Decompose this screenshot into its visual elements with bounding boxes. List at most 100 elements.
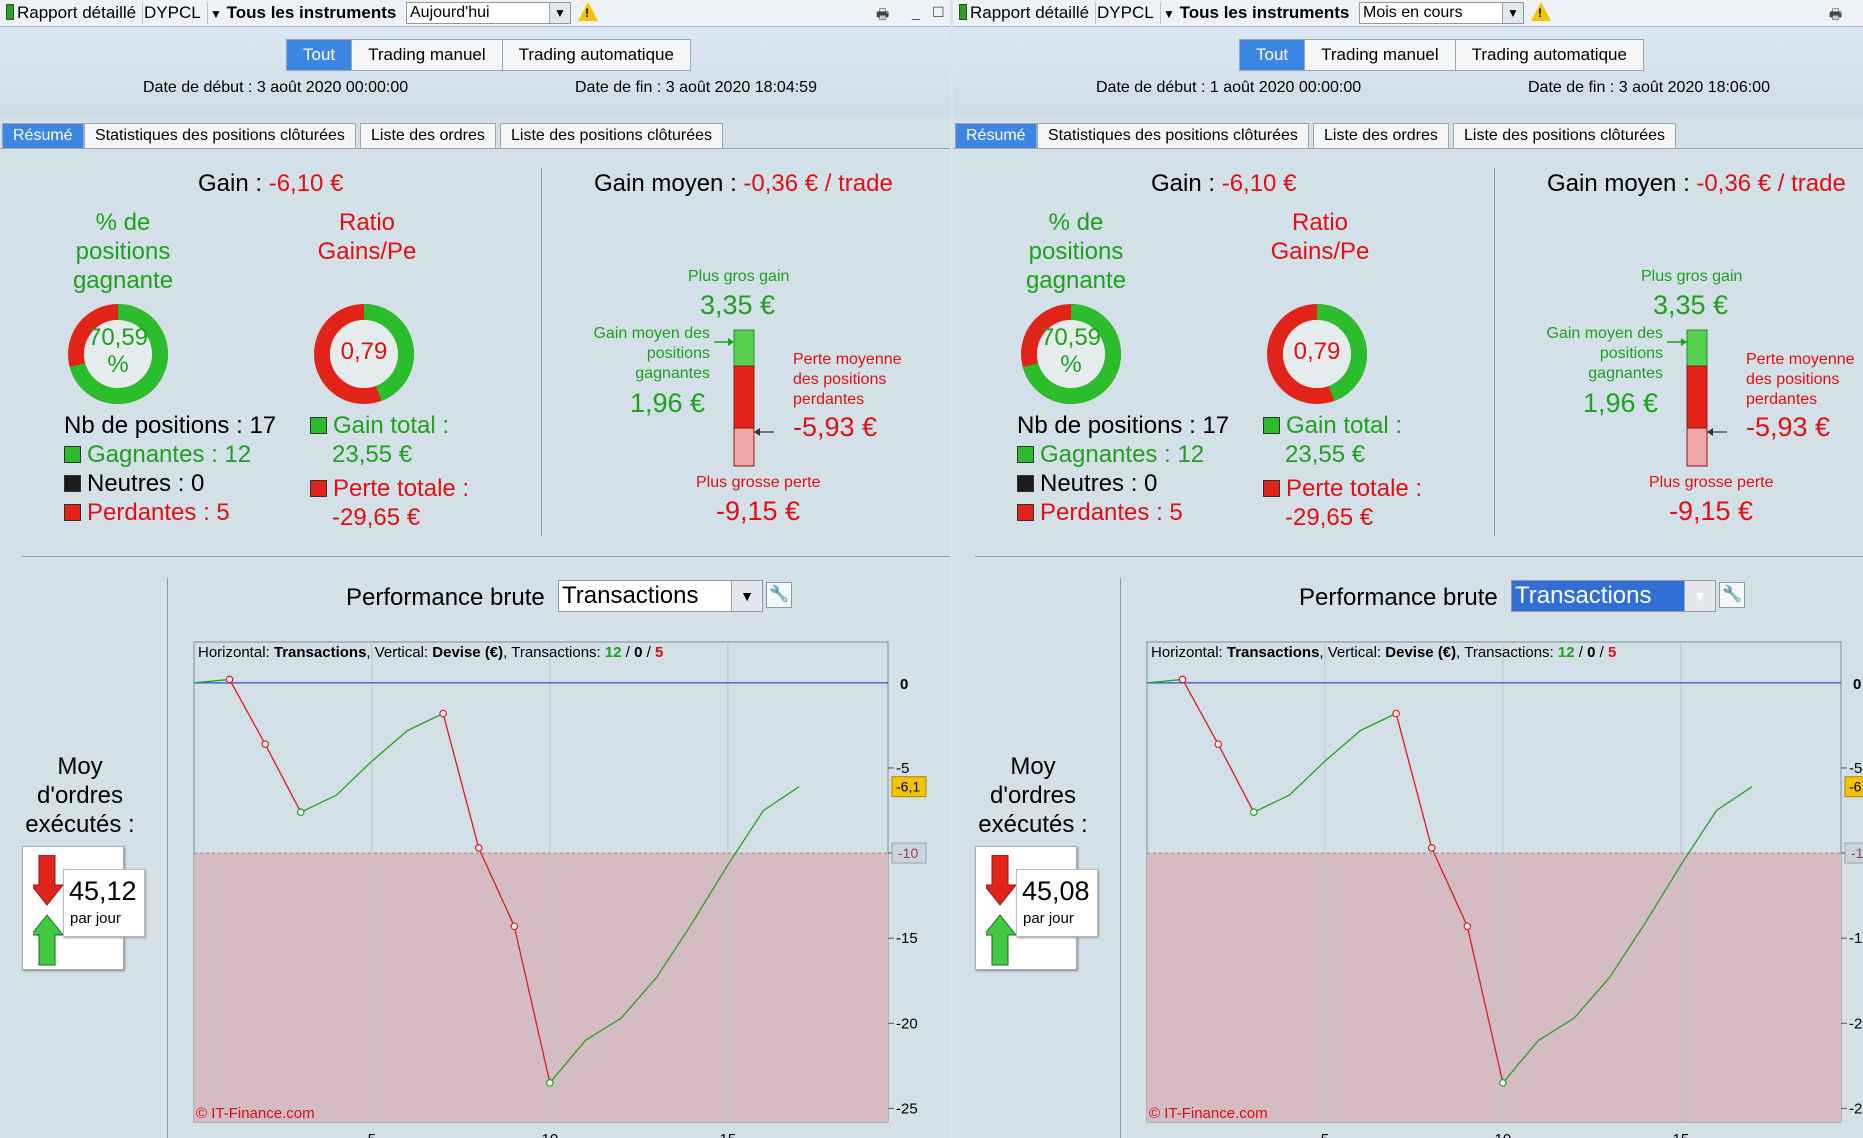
winners-count: Gagnantes : 12: [1017, 441, 1204, 469]
win-rate-title: % de positions gagnante: [1009, 208, 1143, 295]
largest-loss-value: -9,15 €: [716, 496, 801, 526]
largest-loss-value: -9,15 €: [1669, 496, 1754, 526]
segment-trading-manuel[interactable]: Trading manuel: [1305, 40, 1456, 70]
wrench-icon[interactable]: 🔧: [1719, 582, 1745, 608]
red-square-icon: [64, 504, 81, 521]
tab-liste-ordres[interactable]: Liste des ordres: [1313, 123, 1449, 148]
y-tick-label: -25: [896, 1100, 918, 1117]
perte-totale-label: Perte totale :: [333, 475, 470, 502]
gain-loss-bar: [1667, 329, 1727, 467]
instruments-dropdown[interactable]: ▼ Tous les instruments: [1163, 2, 1349, 24]
win-rate-value: 70,59 %: [1019, 324, 1123, 378]
win-rate-value-line: %: [107, 351, 129, 378]
printer-icon[interactable]: 🖶: [1829, 4, 1842, 28]
neutral-label: Neutres :: [87, 470, 185, 497]
win-rate-value-line: 70,59: [1040, 324, 1102, 351]
positions-count-value: 17: [1202, 412, 1230, 439]
neutral-label: Neutres :: [1040, 470, 1138, 497]
avg-win-label: Gain moyen des positions gagnantes: [570, 324, 710, 384]
segment-trading-manuel[interactable]: Trading manuel: [352, 40, 503, 70]
x-tick-label: 5: [1321, 1131, 1329, 1138]
performance-select[interactable]: Transactions ▼: [558, 580, 763, 612]
perte-totale: Perte totale :: [1263, 475, 1422, 503]
instruments-label: Tous les instruments: [1179, 3, 1350, 22]
period-select[interactable]: Mois en cours ▼: [1359, 2, 1524, 24]
printer-icon[interactable]: 🖶: [876, 4, 889, 28]
instruments-dropdown[interactable]: ▼ Tous les instruments: [210, 2, 396, 24]
ratio-value: 0,79: [1293, 338, 1341, 365]
avg-loss-value: -5,93 €: [793, 412, 878, 442]
winners-count: Gagnantes : 12: [64, 441, 251, 469]
segment-tout[interactable]: Tout: [287, 40, 353, 70]
tab-statistiques[interactable]: Statistiques des positions clôturées: [1037, 123, 1309, 148]
average-gain-value: -0,36 € / trade: [1696, 170, 1846, 197]
avg-loss-label-line: Perte moyenne: [793, 351, 902, 368]
largest-gain-value: 3,35 €: [700, 290, 776, 320]
losers-value: 5: [1169, 499, 1183, 526]
x-tick-label: 15: [1673, 1131, 1690, 1138]
arrow-right-icon: [728, 338, 734, 346]
winners-label: Gagnantes :: [1040, 441, 1171, 468]
chart-header-part: 5: [655, 644, 663, 661]
ratio-title-line: Ratio: [338, 209, 396, 236]
data-point: [1427, 844, 1436, 852]
avg-orders-value: 45,12: [69, 876, 137, 906]
loss-bar: [733, 365, 755, 429]
report-button[interactable]: Rapport détaillé: [953, 2, 1097, 24]
minimize-icon[interactable]: _: [912, 4, 920, 20]
gain-total-value: 23,55 €: [332, 441, 413, 468]
chart-header-part: 12: [601, 644, 622, 661]
average-gain-label: Gain moyen :: [1547, 170, 1690, 197]
losers-label: Perdantes :: [1040, 499, 1163, 526]
largest-loss-label: Plus grosse perte: [696, 474, 821, 491]
performance-select[interactable]: Transactions ▼: [1511, 580, 1716, 612]
arrow-up-icon: [986, 914, 1018, 966]
account-button[interactable]: DYPCL: [1091, 2, 1161, 24]
gain-total-value: 23,55 €: [1285, 441, 1366, 468]
avg-orders-unit: par jour: [70, 910, 121, 927]
tab-resume[interactable]: Résumé: [2, 123, 84, 148]
tab-liste-ordres[interactable]: Liste des ordres: [360, 123, 496, 148]
gain-value: -6,10 €: [268, 170, 344, 197]
winners-value: 12: [1177, 441, 1205, 468]
arrow-right-icon: [1681, 338, 1687, 346]
period-select[interactable]: Aujourd'hui ▼: [406, 2, 571, 24]
chart-header-part: , Transactions:: [1456, 644, 1554, 661]
tab-liste-positions[interactable]: Liste des positions clôturées: [500, 123, 723, 148]
avg-orders-title: Moy d'ordres exécutés :: [973, 752, 1093, 839]
tab-liste-positions[interactable]: Liste des positions clôturées: [1453, 123, 1676, 148]
losers-count: Perdantes : 5: [64, 499, 230, 527]
segment-tout[interactable]: Tout: [1240, 40, 1306, 70]
maximize-icon[interactable]: ☐: [932, 4, 945, 21]
ratio-title: Ratio Gains/Pe: [300, 208, 434, 266]
performance-chart: 51015-5-10-15-20-250-10-6,1Horizontal: T…: [1146, 641, 1863, 1138]
account-button[interactable]: DYPCL: [138, 2, 208, 24]
red-square-icon: [1263, 480, 1280, 497]
tab-resume[interactable]: Résumé: [955, 123, 1037, 148]
ratio-title-line: Ratio: [1291, 209, 1349, 236]
win-rate-title-line: positions: [1028, 238, 1124, 265]
segment-trading-automatique[interactable]: Trading automatique: [1456, 40, 1643, 70]
start-date: Date de début : 3 août 2020 00:00:00: [143, 79, 409, 96]
y-tick-label: -5: [1849, 760, 1862, 777]
red-square-icon: [310, 480, 327, 497]
perte-totale: Perte totale :: [310, 475, 469, 503]
winners-value: 12: [224, 441, 252, 468]
tab-statistiques[interactable]: Statistiques des positions clôturées: [84, 123, 356, 148]
gain-total-label: Gain total :: [333, 412, 450, 439]
gain-total: Gain total :: [1263, 412, 1402, 440]
gain-summary: Gain : -6,10 €: [198, 170, 343, 198]
avg-loss-label-line: des positions: [793, 371, 887, 388]
avg-win-label-line: Gain moyen des: [593, 325, 710, 342]
report-button[interactable]: Rapport détaillé: [0, 2, 144, 24]
warning-icon[interactable]: !: [1531, 2, 1551, 21]
avg-loss-label-line: perdantes: [1746, 391, 1818, 408]
win-rate-title-line: gagnante: [1025, 267, 1127, 294]
avg-loss-value: -5,93 €: [1746, 412, 1831, 442]
data-point: [1249, 808, 1258, 817]
segment-trading-automatique[interactable]: Trading automatique: [503, 40, 690, 70]
positions-count: Nb de positions : 17: [1017, 412, 1229, 440]
warning-icon[interactable]: !: [578, 2, 598, 21]
green-square-icon: [1017, 446, 1034, 463]
wrench-icon[interactable]: 🔧: [766, 582, 792, 608]
